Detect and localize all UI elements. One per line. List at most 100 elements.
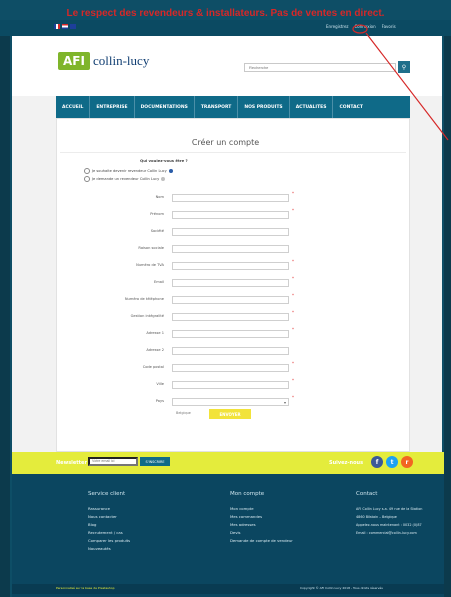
footer-service-link[interactable]: Blog [88,521,130,529]
nav-item-transport[interactable]: TRANSPORT [195,96,239,118]
nav-item-actualites[interactable]: ACTUALITES [290,96,334,118]
field-input[interactable] [172,262,289,270]
footer-contact-line[interactable]: 4860 Bilstain – Belgique [356,513,422,521]
required-marker: * [292,395,294,400]
field-label: Pays [155,399,164,403]
radio-label: Je souhaite devenir revendeur Collin Luc… [92,169,167,173]
info-icon[interactable] [161,177,166,181]
field-label: Ville [156,382,164,386]
newsletter-label: Newsletter [56,460,87,466]
required-marker: * [292,293,294,298]
page-title: Créer un compte [191,138,260,147]
language-flags [54,24,76,29]
footer-account-link[interactable]: Mon compte [230,505,293,513]
field-input[interactable] [172,313,289,321]
top-link-login[interactable]: Connexion [355,24,376,29]
required-marker: * [292,310,294,315]
required-marker: * [292,378,294,383]
field-input[interactable] [172,381,289,389]
chevron-down-icon: ▾ [283,400,286,405]
field-input[interactable] [172,296,289,304]
footer-service-link[interactable]: Nous contacter [88,513,130,521]
footer-account-link[interactable]: Mes adresses [230,521,293,529]
required-marker: * [292,191,294,196]
footer-account-link[interactable]: Mes commandes [230,513,293,521]
radio-button[interactable] [84,176,90,182]
flag-nl-icon[interactable] [62,24,68,29]
footer-account-link[interactable]: Demande de compte de vendeur [230,537,293,545]
footer-contact-line[interactable]: Appelez-nous maintenant : 0032 (0)87 [356,521,422,529]
search-icon: ⚲ [401,63,407,71]
logo-text: collin-lucy [93,53,150,68]
nav-item-documentations[interactable]: DOCUMENTATIONS [135,96,195,118]
flag-en-icon[interactable] [70,24,76,29]
footer-account-title: Mon compte [230,491,265,497]
footer-service-link[interactable]: Comparer les produits [88,537,130,545]
copyright-right: Copyright © AFI Collin Lucy 2018 - Tous … [300,586,383,590]
logo-mark: AFI [58,52,90,70]
footer-contact-line[interactable]: Email : commercial@collin-lucy.com [356,529,422,537]
field-input[interactable] [172,347,289,355]
field-input[interactable] [172,211,289,219]
field-label: Adresse 1 [146,331,164,335]
footer-service-link[interactable]: Recrutement / cas [88,529,130,537]
field-label: Prénom [150,212,164,216]
title-divider [60,152,406,153]
field-input[interactable] [172,245,289,253]
footer-service-link[interactable]: Nouveautés [88,545,130,553]
field-input[interactable] [172,330,289,338]
field-label: Code postal [142,365,164,369]
submit-button[interactable]: ENVOYER [209,409,251,419]
field-label: Numéro de TVA [136,263,164,267]
top-link-favorites[interactable]: Favoris [382,24,396,29]
required-marker: * [292,327,294,332]
field-label: Raison sociale [138,246,164,250]
newsletter-subscribe-button[interactable]: S'INSCRIRE [140,457,170,466]
required-marker: * [292,259,294,264]
nav-item-contact[interactable]: CONTACT [333,96,368,118]
top-links: Enregistrez Connexion Favoris [326,24,396,29]
radio-button[interactable] [84,168,90,174]
field-label: Nom [155,195,164,199]
footer-contact-title: Contact [356,491,378,497]
footer-contact-line[interactable]: AFI Collin Lucy s.a. 49 rue de la Statio… [356,505,422,513]
flag-fr-icon[interactable] [54,24,60,29]
footer-contact-list: AFI Collin Lucy s.a. 49 rue de la Statio… [356,505,422,537]
country-select[interactable]: Belgique ▾ [172,398,289,415]
search-button[interactable]: ⚲ [398,61,410,73]
nav-item-entreprise[interactable]: ENTREPRISE [90,96,135,118]
nav-item-produits[interactable]: NOS PRODUITS [238,96,290,118]
radio-request-reseller[interactable]: Je demande un revendeur Collin Lucy [84,176,166,182]
info-icon[interactable] [168,169,173,173]
field-input[interactable] [172,279,289,287]
select-value: Belgique [176,411,191,415]
rss-icon[interactable]: r [401,456,413,468]
search-input[interactable] [244,63,396,72]
required-marker: * [292,208,294,213]
footer-account-list: Mon compte Mes commandes Mes adresses Devis… [230,505,293,545]
required-marker: * [292,361,294,366]
nav-item-accueil[interactable]: ACCUEIL [56,96,91,118]
footer-service-link[interactable]: Rassurance [88,505,130,513]
field-input[interactable] [172,228,289,236]
newsletter-email-input[interactable] [88,457,138,466]
required-marker: * [292,276,294,281]
top-link-register[interactable]: Enregistrez [326,24,349,29]
facebook-icon[interactable]: f [371,456,383,468]
account-type-question: Qui voulez-vous être ? [140,158,188,163]
field-label: Email [154,280,164,284]
copyright-left: Personnalisé sur la base de Prestashop [56,586,115,590]
field-label: Gestion intégralité [130,314,164,318]
field-input[interactable] [172,364,289,372]
promo-banner: Le respect des revendeurs & installateur… [66,8,385,19]
footer-account-link[interactable]: Devis [230,529,293,537]
field-label: Numéro de téléphone [124,297,164,301]
logo[interactable]: AFI collin-lucy [58,52,149,70]
footer-service-title: Service client [88,491,126,497]
main-nav: ACCUEIL ENTREPRISE DOCUMENTATIONS TRANSP… [56,96,410,118]
radio-label: Je demande un revendeur Collin Lucy [92,177,160,181]
twitter-icon[interactable]: t [386,456,398,468]
field-input[interactable] [172,194,289,202]
radio-become-reseller[interactable]: Je souhaite devenir revendeur Collin Luc… [84,168,173,174]
field-label: Société [150,229,164,233]
